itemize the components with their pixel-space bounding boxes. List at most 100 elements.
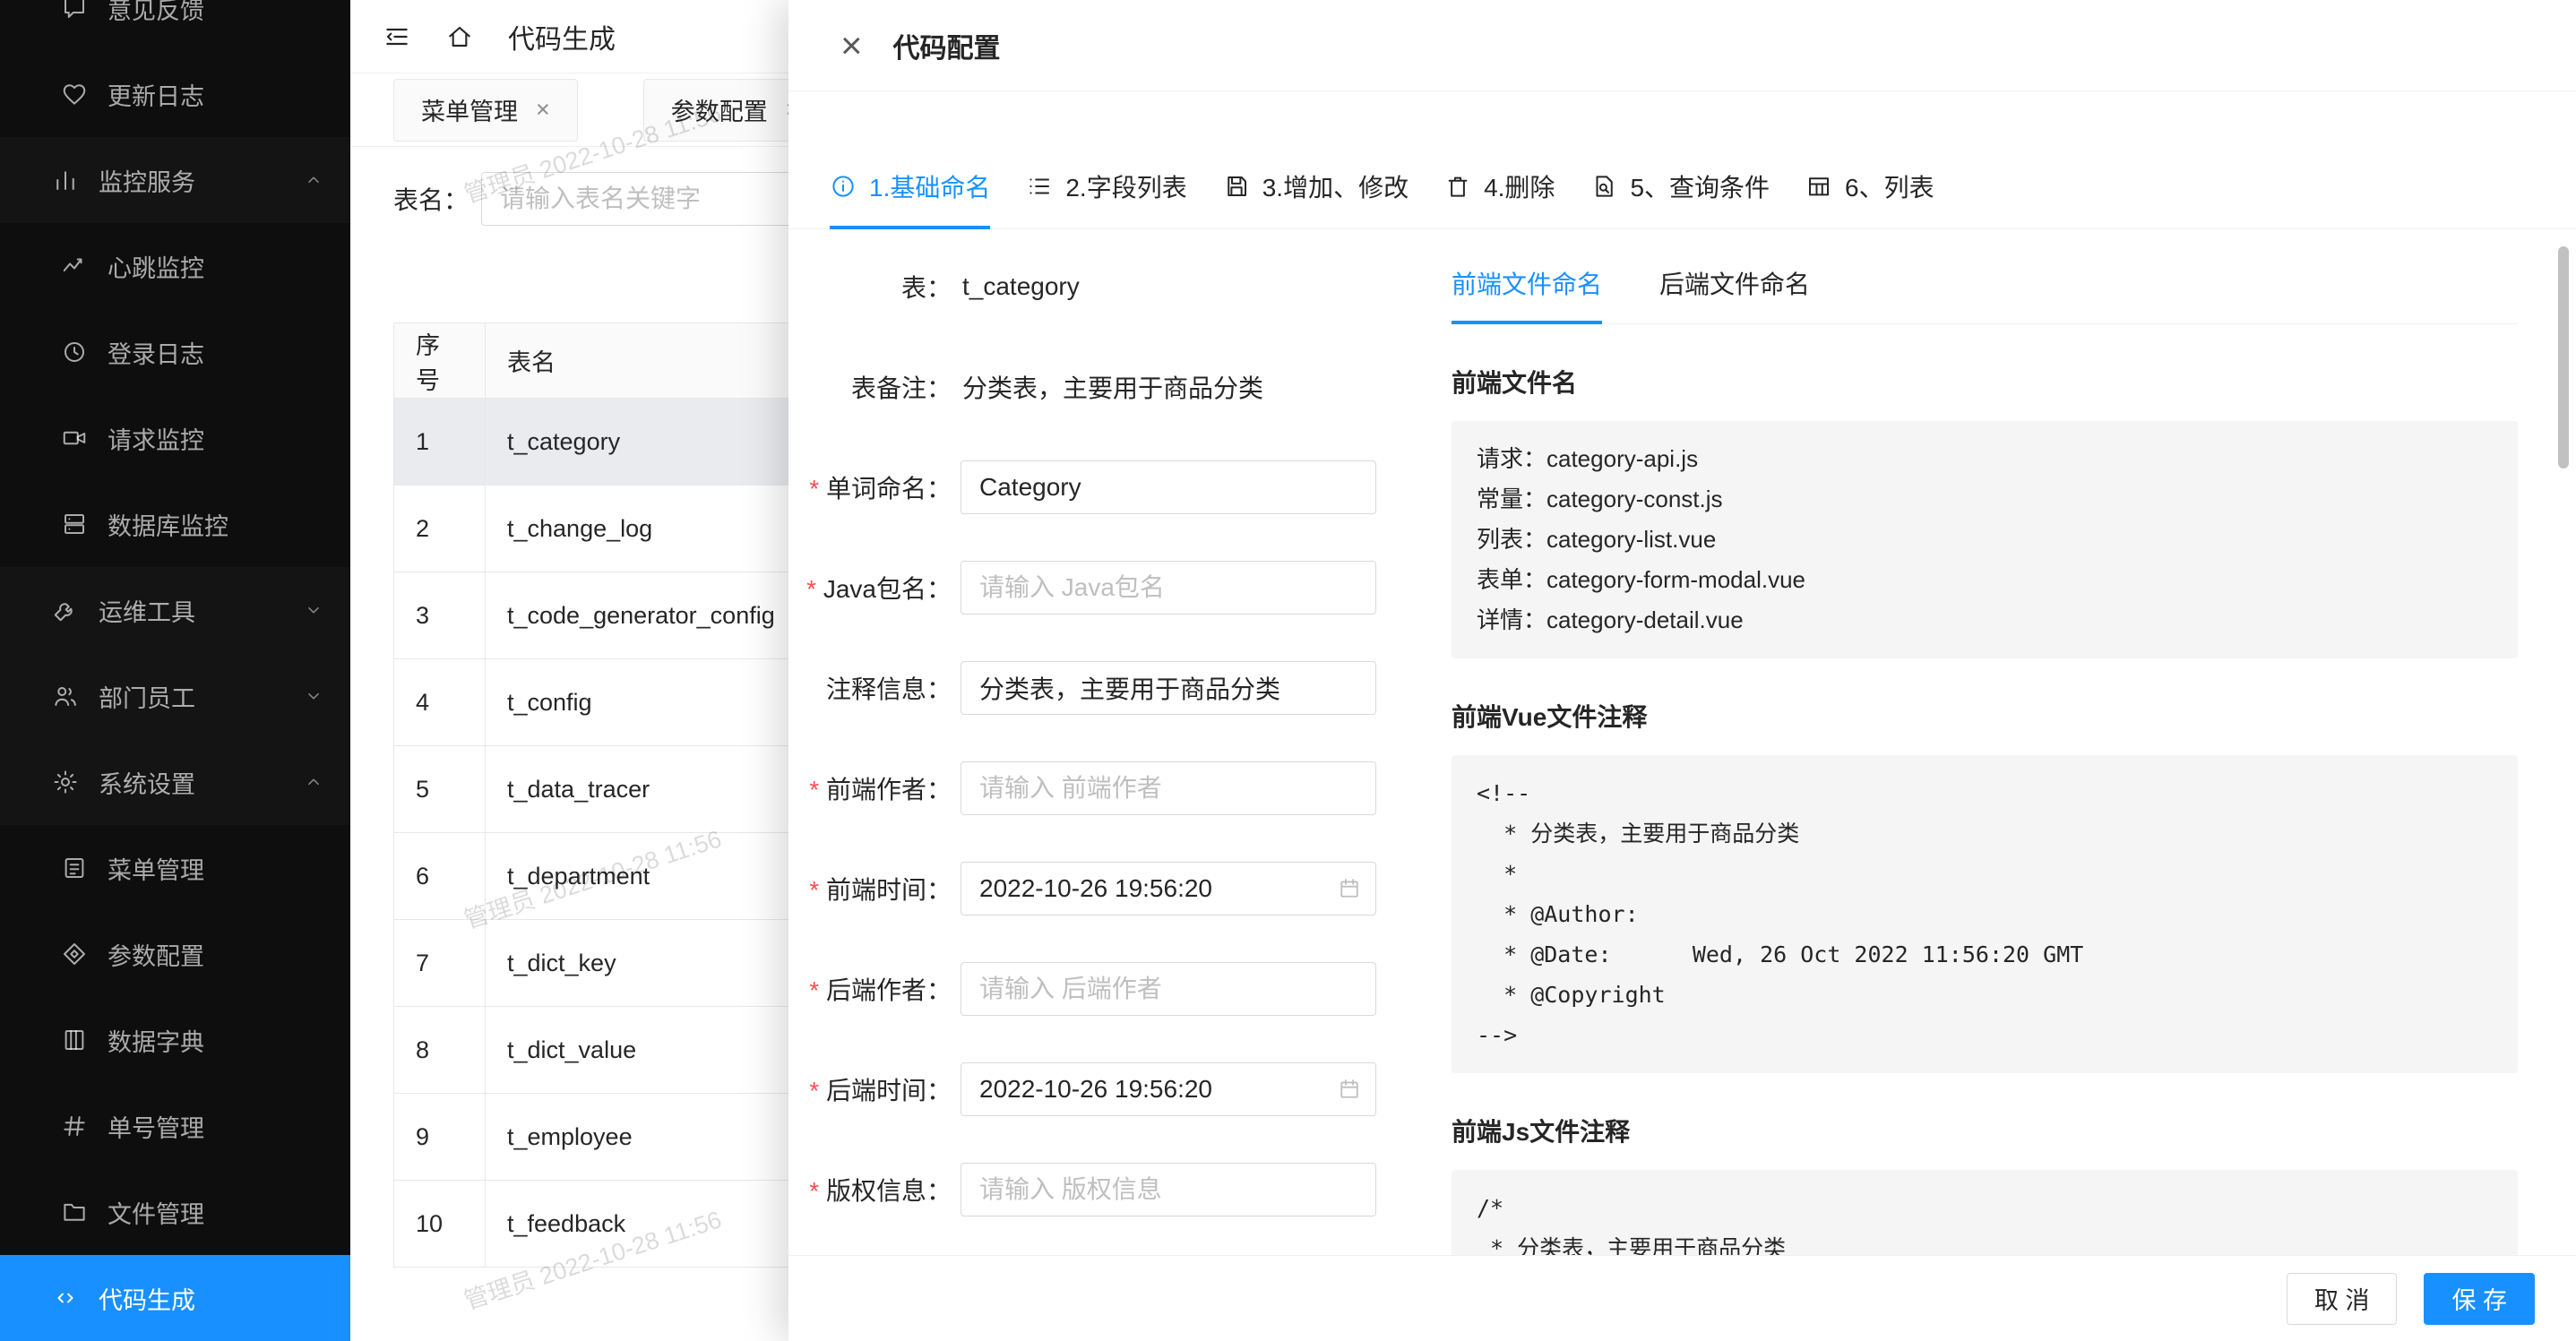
step-list-view[interactable]: 6、列表: [1805, 168, 1934, 229]
file-naming-panel: 前端文件命名 后端文件命名 前端文件名 请求：category-api.js 常…: [1452, 229, 2518, 1255]
bar-chart-icon: [52, 167, 79, 193]
config-steps: 1.基础命名 2.字段列表 3.增加、修改 4.删除 5、查询条件 6、列表: [788, 91, 2576, 229]
home-icon[interactable]: [445, 22, 474, 51]
trash-icon: [1444, 173, 1471, 200]
sidebar-item-label: 菜单管理: [108, 851, 204, 886]
diamond-icon: [61, 941, 88, 967]
sidebar-item-label: 文件管理: [108, 1195, 204, 1230]
sidebar-item-changelog[interactable]: 更新日志: [0, 51, 350, 137]
dictionary-icon: [61, 1027, 88, 1053]
sidebar-item-monitor-service[interactable]: 监控服务: [0, 137, 350, 223]
sidebar-item-code-generation[interactable]: 代码生成: [0, 1255, 350, 1341]
sidebar-menu: 意见反馈 更新日志 监控服务 心跳监控 登录日志 请求监控 数据库监控: [0, 0, 350, 1341]
row-index: 6: [394, 833, 486, 920]
step-basic-naming[interactable]: 1.基础命名: [830, 168, 990, 229]
code-line: * @Copyright: [1477, 975, 2493, 1015]
sidebar-item-label: 登录日志: [108, 335, 204, 370]
sidebar: 意见反馈 更新日志 监控服务 心跳监控 登录日志 请求监控 数据库监控: [0, 0, 350, 1341]
step-query-conditions[interactable]: 5、查询条件: [1590, 168, 1770, 229]
js-comment-preview: /* * 分类表，主要用于商品分类 * * @Author:: [1452, 1170, 2518, 1255]
vue-comment-preview: <!-- * 分类表，主要用于商品分类 * * @Author: * @Date…: [1452, 755, 2518, 1073]
step-label: 4.删除: [1484, 168, 1555, 204]
menu-fold-icon[interactable]: [383, 22, 411, 51]
drawer-title: 代码配置: [893, 26, 1001, 65]
chevron-down-icon: [304, 600, 323, 620]
sidebar-item-label: 请求监控: [108, 421, 204, 456]
sidebar-item-system-settings[interactable]: 系统设置: [0, 739, 350, 825]
sidebar-item-order-number[interactable]: 单号管理: [0, 1083, 350, 1169]
backend-time-input[interactable]: [961, 1062, 1376, 1116]
comment-label: 注释信息：: [788, 670, 952, 706]
calendar-icon: [1337, 1077, 1362, 1102]
section-title-frontend-files: 前端文件名: [1452, 364, 2518, 400]
frontend-author-input[interactable]: [961, 761, 1376, 815]
column-header-index: 序号: [394, 323, 486, 399]
row-index: 7: [394, 920, 486, 1007]
sidebar-item-data-dictionary[interactable]: 数据字典: [0, 997, 350, 1083]
list-icon: [1026, 173, 1053, 200]
step-add-modify[interactable]: 3.增加、修改: [1223, 168, 1409, 229]
backend-author-input[interactable]: [961, 962, 1376, 1016]
chevron-up-icon: [304, 170, 323, 190]
frontend-time-label: 前端时间：: [788, 871, 952, 907]
tab-frontend-file-naming[interactable]: 前端文件命名: [1452, 265, 1602, 324]
step-field-list[interactable]: 2.字段列表: [1026, 168, 1186, 229]
sidebar-item-file-management[interactable]: 文件管理: [0, 1169, 350, 1255]
form-field-backend-time: 后端时间：: [788, 1062, 1416, 1116]
form-field-copyright: 版权信息：: [788, 1163, 1416, 1216]
sidebar-item-ops-tools[interactable]: 运维工具: [0, 567, 350, 653]
profile-icon: [61, 855, 88, 881]
team-icon: [52, 683, 79, 709]
code-line: * @Author:: [1477, 894, 2493, 934]
step-delete[interactable]: 4.删除: [1444, 168, 1555, 229]
table-label: 表：: [788, 269, 952, 305]
chevron-up-icon: [304, 772, 323, 792]
file-line: 列表：category-list.vue: [1477, 520, 2493, 560]
sidebar-item-login-log[interactable]: 登录日志: [0, 309, 350, 395]
sidebar-item-feedback[interactable]: 意见反馈: [0, 0, 350, 51]
step-label: 2.字段列表: [1065, 168, 1186, 204]
code-line: <!--: [1477, 773, 2493, 813]
comment-input[interactable]: [961, 661, 1376, 715]
row-index: 2: [394, 486, 486, 572]
row-index: 4: [394, 659, 486, 746]
calendar-icon: [1337, 876, 1362, 901]
code-icon: [52, 1285, 79, 1311]
drawer-scrollbar[interactable]: [2558, 246, 2569, 468]
tab-menu-management[interactable]: 菜单管理 ×: [393, 79, 578, 142]
page-title: 代码生成: [508, 17, 616, 56]
sidebar-item-database-monitor[interactable]: 数据库监控: [0, 481, 350, 567]
code-line: * @Date: Wed, 26 Oct 2022 11:56:20 GMT: [1477, 934, 2493, 975]
file-naming-tabs: 前端文件命名 后端文件命名: [1452, 229, 2518, 324]
tab-backend-file-naming[interactable]: 后端文件命名: [1659, 265, 1810, 324]
copyright-input[interactable]: [961, 1163, 1376, 1216]
database-icon: [61, 511, 88, 537]
table-name-label: 表名：: [393, 181, 469, 217]
form-field-java-package: Java包名：: [788, 561, 1416, 615]
sidebar-item-label: 单号管理: [108, 1109, 204, 1144]
close-icon[interactable]: ×: [840, 27, 863, 64]
tab-close-icon[interactable]: ×: [536, 98, 550, 122]
java-package-input[interactable]: [961, 561, 1376, 615]
code-line: * 分类表，主要用于商品分类: [1477, 1228, 2493, 1255]
sidebar-item-label: 数据库监控: [108, 507, 228, 542]
code-line: -->: [1477, 1015, 2493, 1055]
save-button[interactable]: 保 存: [2424, 1273, 2535, 1325]
cancel-button[interactable]: 取 消: [2287, 1273, 2398, 1325]
backend-author-label: 后端作者：: [788, 971, 952, 1007]
sidebar-item-param-config[interactable]: 参数配置: [0, 911, 350, 997]
frontend-time-input[interactable]: [961, 862, 1376, 915]
form-field-word-name: 单词命名：: [788, 460, 1416, 514]
sidebar-item-heartbeat-monitor[interactable]: 心跳监控: [0, 223, 350, 309]
file-line: 表单：category-form-modal.vue: [1477, 560, 2493, 600]
form-row-remark: 表备注： 分类表，主要用于商品分类: [788, 360, 1416, 414]
step-label: 5、查询条件: [1630, 168, 1770, 204]
sidebar-item-request-monitor[interactable]: 请求监控: [0, 395, 350, 481]
row-index: 5: [394, 746, 486, 833]
word-name-input[interactable]: [961, 460, 1376, 514]
sidebar-item-menu-management[interactable]: 菜单管理: [0, 825, 350, 911]
form-field-backend-author: 后端作者：: [788, 962, 1416, 1016]
file-line: 详情：category-detail.vue: [1477, 600, 2493, 640]
drawer-footer: 取 消 保 存: [788, 1255, 2576, 1341]
sidebar-item-department-staff[interactable]: 部门员工: [0, 653, 350, 739]
